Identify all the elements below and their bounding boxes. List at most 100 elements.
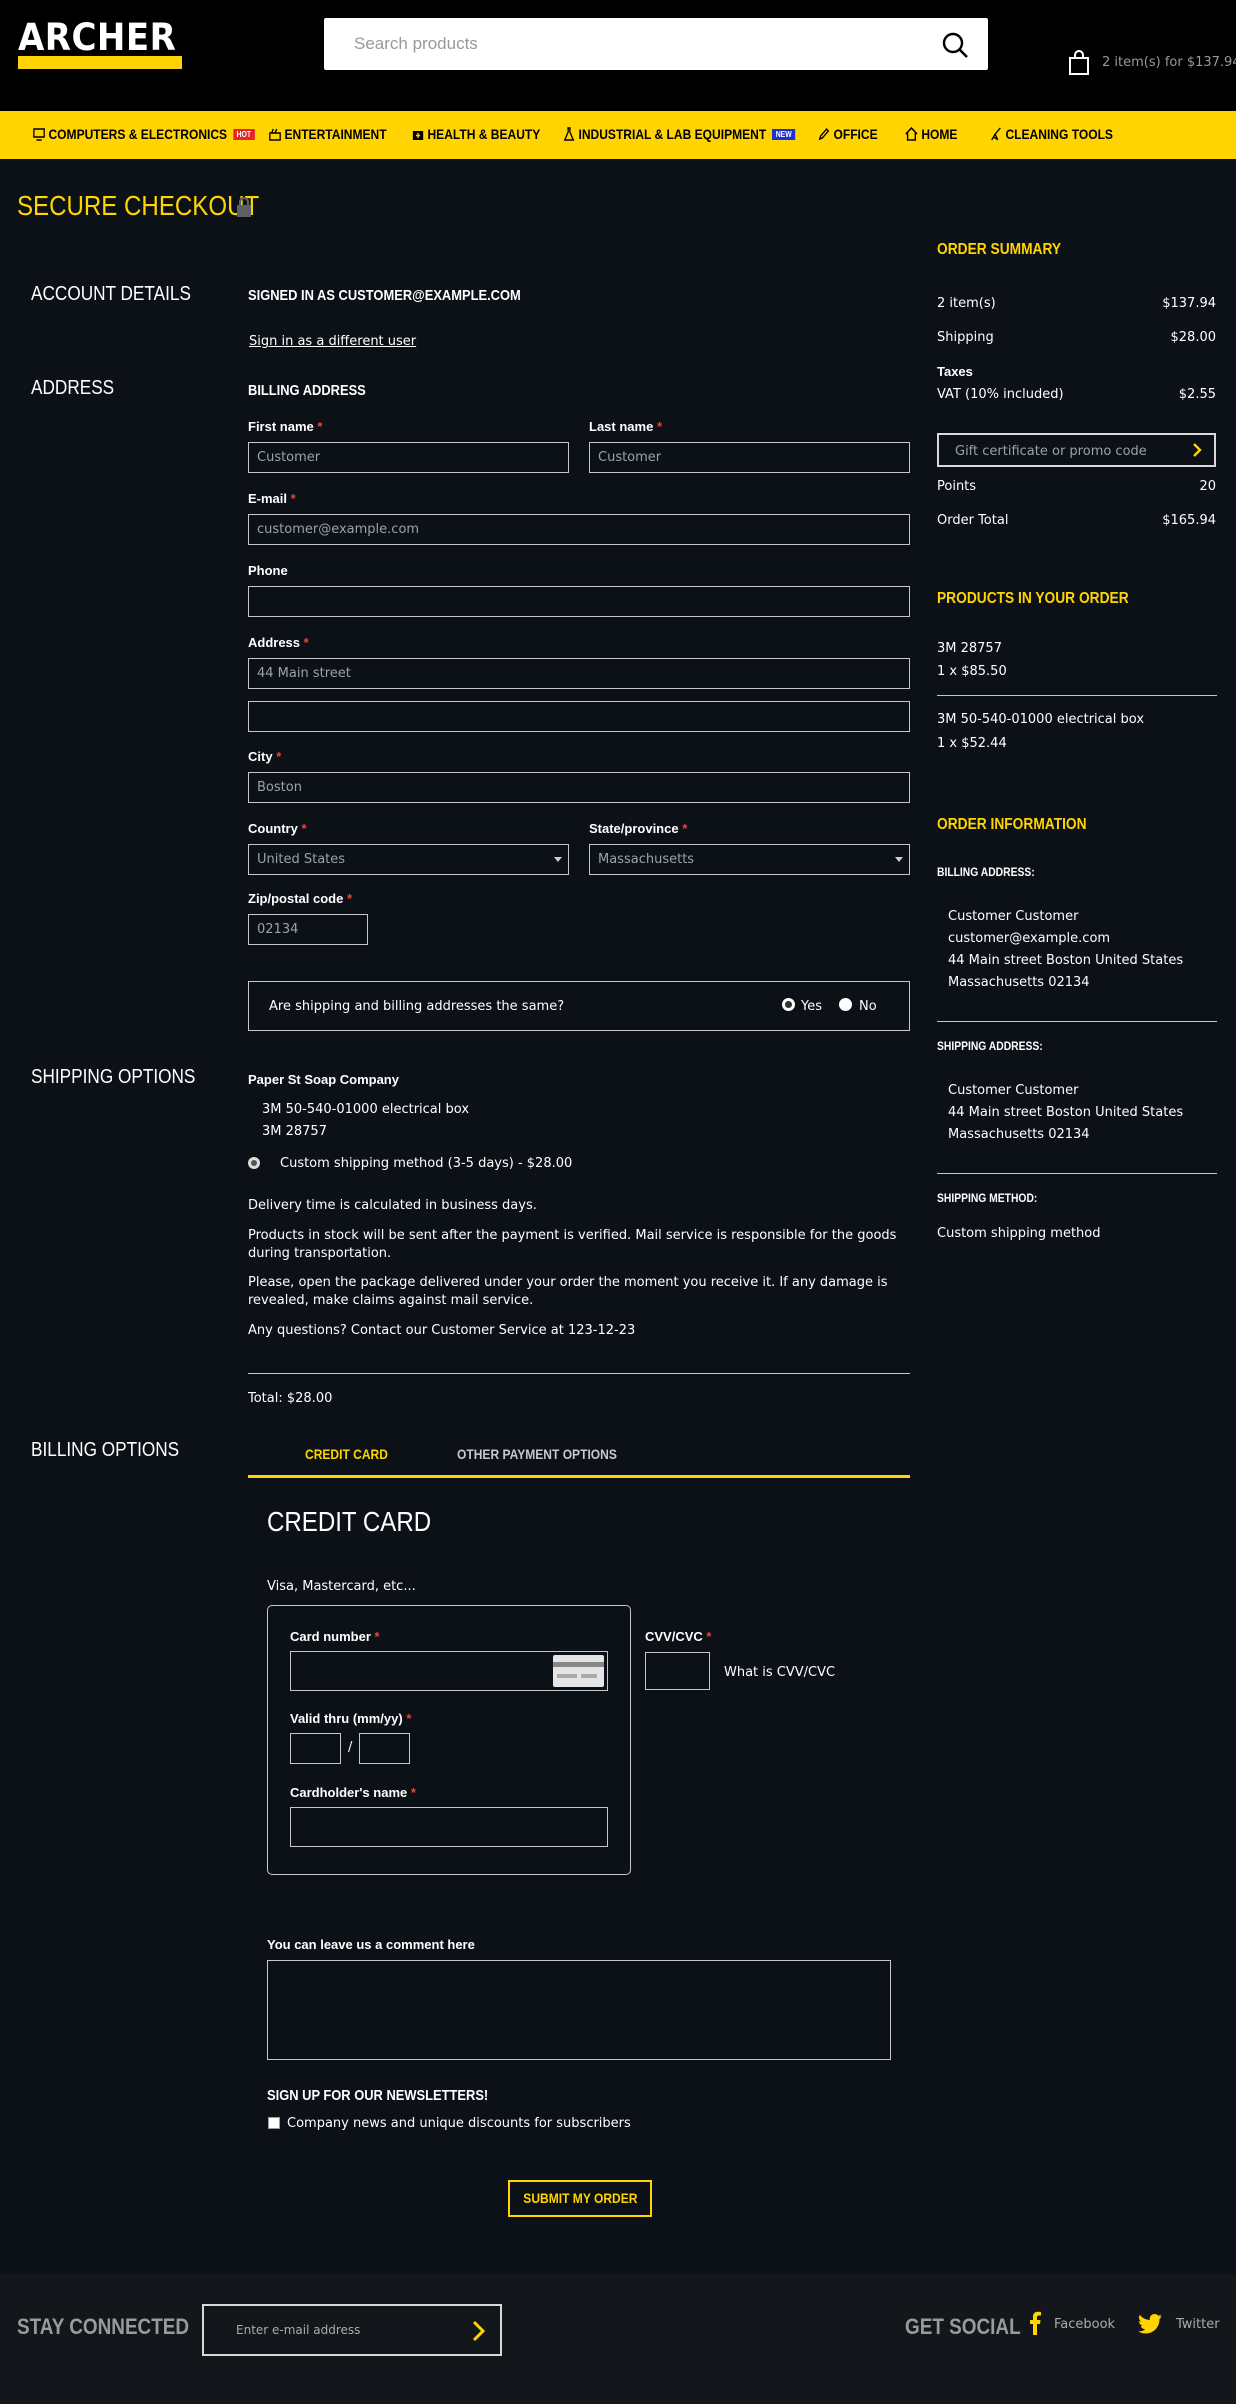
account-section-title: ACCOUNT DETAILS bbox=[31, 283, 191, 305]
nav-label: INDUSTRIAL & LAB EQUIPMENT bbox=[578, 126, 767, 142]
cvv-label: CVV/CVC * bbox=[645, 1629, 712, 1644]
products-heading: PRODUCTS IN YOUR ORDER bbox=[937, 590, 1129, 607]
first-name-input[interactable]: Customer bbox=[248, 442, 569, 473]
expiry-year-input[interactable] bbox=[359, 1733, 410, 1764]
twitter-link[interactable]: Twitter bbox=[1176, 2317, 1220, 2332]
product-name[interactable]: 3M 28757 bbox=[937, 641, 1002, 656]
city-label: City * bbox=[248, 749, 282, 764]
zip-input[interactable]: 02134 bbox=[248, 914, 368, 945]
promo-code-input[interactable]: Gift certificate or promo code bbox=[955, 444, 1147, 459]
summary-shipping-value: $28.00 bbox=[1170, 330, 1217, 345]
cardholder-input[interactable] bbox=[290, 1807, 608, 1847]
shipping-item: 3M 28757 bbox=[262, 1124, 327, 1139]
taxes-label: Taxes bbox=[937, 364, 973, 379]
promo-code-box[interactable]: Gift certificate or promo code bbox=[937, 433, 1216, 467]
email-input[interactable]: customer@example.com bbox=[248, 514, 910, 545]
search-box[interactable]: Search products bbox=[324, 18, 988, 70]
comment-label: You can leave us a comment here bbox=[267, 1937, 475, 1952]
search-input[interactable]: Search products bbox=[354, 34, 478, 54]
billing-address-line: customer@example.com bbox=[948, 931, 1111, 946]
submit-order-button[interactable]: SUBMIT MY ORDER bbox=[508, 2180, 652, 2217]
no-label[interactable]: No bbox=[859, 999, 877, 1014]
cvv-input[interactable] bbox=[645, 1652, 710, 1690]
state-select[interactable]: Massachusetts bbox=[589, 844, 910, 875]
comment-textarea[interactable] bbox=[267, 1960, 891, 2060]
get-social-heading: GET SOCIAL bbox=[905, 2314, 1021, 2339]
last-name-label: Last name * bbox=[589, 419, 662, 434]
city-input[interactable]: Boston bbox=[248, 772, 910, 803]
shipping-note: Delivery time is calculated in business … bbox=[248, 1198, 537, 1213]
footer: STAY CONNECTED Enter e-mail address GET … bbox=[0, 2274, 1236, 2404]
yes-radio[interactable] bbox=[782, 998, 795, 1011]
divider bbox=[248, 1373, 910, 1374]
phone-label: Phone bbox=[248, 563, 288, 578]
last-name-input[interactable]: Customer bbox=[589, 442, 910, 473]
home-icon bbox=[905, 127, 918, 141]
facebook-icon[interactable] bbox=[1029, 2311, 1041, 2335]
same-address-box: Are shipping and billing addresses the s… bbox=[248, 981, 910, 1031]
billing-address-line: 44 Main street Boston United States bbox=[948, 953, 1184, 968]
address-line1-input[interactable]: 44 Main street bbox=[248, 658, 910, 689]
pencil-icon bbox=[818, 127, 830, 141]
nav-home[interactable]: HOME bbox=[905, 126, 957, 142]
order-total-label: Order Total bbox=[937, 513, 1009, 528]
newsletter-option-label[interactable]: Company news and unique discounts for su… bbox=[287, 2116, 631, 2131]
nav-industrial-lab[interactable]: INDUSTRIAL & LAB EQUIPMENT NEW bbox=[563, 126, 796, 142]
nav-office[interactable]: OFFICE bbox=[818, 126, 878, 142]
logo-text: ARCHER bbox=[18, 16, 177, 59]
expiry-month-input[interactable] bbox=[290, 1733, 341, 1764]
shipping-method-radio[interactable] bbox=[248, 1157, 260, 1169]
shipping-address-line: Customer Customer bbox=[948, 1083, 1079, 1098]
billing-section-title: BILLING OPTIONS bbox=[31, 1439, 180, 1461]
shipping-method-label[interactable]: Custom shipping method (3-5 days) - $28.… bbox=[280, 1156, 572, 1171]
search-icon[interactable] bbox=[940, 30, 970, 60]
country-label: Country * bbox=[248, 821, 307, 836]
switch-user-link[interactable]: Sign in as a different user bbox=[249, 334, 416, 349]
product-qty: 1 x $85.50 bbox=[937, 664, 1007, 679]
chevron-right-icon[interactable] bbox=[1192, 443, 1202, 457]
divider bbox=[937, 1021, 1217, 1022]
monitor-icon bbox=[33, 127, 45, 141]
nav-entertainment[interactable]: ENTERTAINMENT bbox=[269, 126, 387, 142]
newsletter-checkbox[interactable] bbox=[268, 2117, 280, 2129]
yes-label[interactable]: Yes bbox=[801, 999, 822, 1014]
shipping-note: Any questions? Contact our Customer Serv… bbox=[248, 1323, 636, 1338]
phone-input[interactable] bbox=[248, 586, 910, 617]
facebook-link[interactable]: Facebook bbox=[1054, 2317, 1115, 2332]
nav-cleaning-tools[interactable]: CLEANING TOOLS bbox=[990, 126, 1113, 142]
page-title: SECURE CHECKOUT bbox=[17, 190, 260, 221]
state-label: State/province * bbox=[589, 821, 688, 836]
twitter-icon[interactable] bbox=[1138, 2314, 1162, 2334]
shipping-vendor: Paper St Soap Company bbox=[248, 1072, 399, 1087]
shipping-address-line: Massachusetts 02134 bbox=[948, 1127, 1090, 1142]
tab-underline bbox=[248, 1475, 910, 1478]
summary-items-label: 2 item(s) bbox=[937, 296, 996, 311]
billing-address-heading: BILLING ADDRESS bbox=[248, 382, 366, 399]
cart-summary[interactable]: 2 item(s) for $137.94 bbox=[1102, 55, 1236, 70]
stay-connected-heading: STAY CONNECTED bbox=[17, 2314, 190, 2339]
shipping-total: Total: $28.00 bbox=[248, 1391, 333, 1406]
country-select[interactable]: United States bbox=[248, 844, 569, 875]
tab-other-payment[interactable]: OTHER PAYMENT OPTIONS bbox=[457, 1446, 643, 1462]
flask-icon bbox=[563, 127, 575, 141]
order-total-value: $165.94 bbox=[1162, 513, 1216, 528]
no-radio[interactable] bbox=[839, 998, 852, 1011]
shipping-item: 3M 50-540-01000 electrical box bbox=[262, 1102, 470, 1117]
billing-address-line: Massachusetts 02134 bbox=[948, 975, 1090, 990]
nav-computers-electronics[interactable]: COMPUTERS & ELECTRONICS HOT bbox=[33, 126, 255, 142]
logo[interactable]: ARCHER bbox=[18, 18, 182, 70]
shopping-bag-icon[interactable] bbox=[1068, 50, 1090, 76]
vat-label: VAT (10% included) bbox=[937, 387, 1064, 402]
first-aid-icon bbox=[412, 130, 424, 140]
cvv-help-link[interactable]: What is CVV/CVC bbox=[724, 1665, 835, 1680]
newsletter-email-box[interactable]: Enter e-mail address bbox=[202, 2304, 502, 2356]
newsletter-email-input[interactable]: Enter e-mail address bbox=[236, 2323, 360, 2337]
tab-credit-card[interactable]: CREDIT CARD bbox=[305, 1446, 401, 1462]
product-name[interactable]: 3M 50-540-01000 electrical box bbox=[937, 712, 1144, 727]
address-line2-input[interactable] bbox=[248, 701, 910, 732]
valid-thru-label: Valid thru (mm/yy) * bbox=[290, 1711, 412, 1726]
cardholder-label: Cardholder's name * bbox=[290, 1785, 416, 1800]
nav-health-beauty[interactable]: HEALTH & BEAUTY bbox=[412, 126, 540, 142]
chevron-right-icon[interactable] bbox=[472, 2320, 486, 2342]
shipping-note: Please, open the package delivered under… bbox=[248, 1275, 888, 1308]
